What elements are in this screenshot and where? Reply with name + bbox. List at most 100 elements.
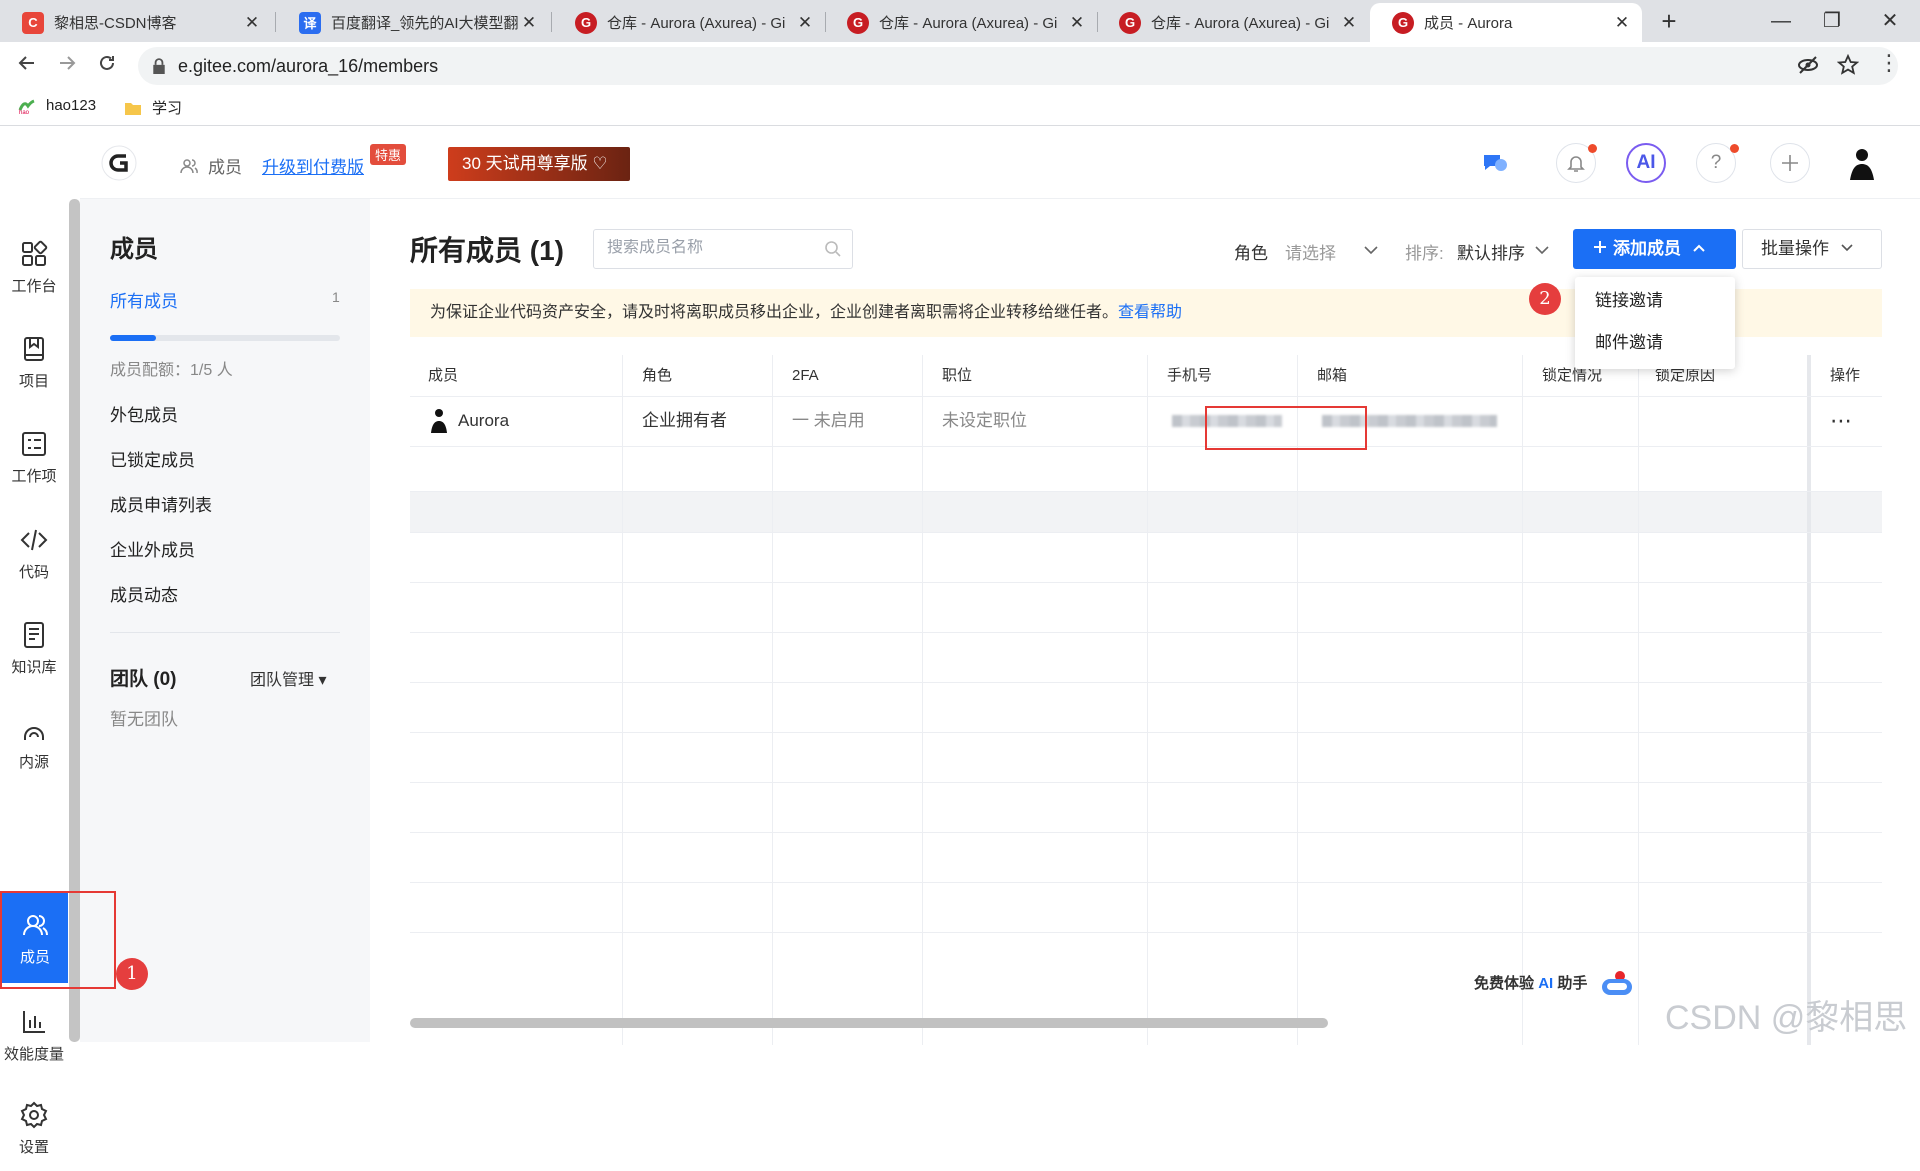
nav-dashboard[interactable]: 工作台 [0,224,68,310]
subnav-external[interactable]: 企业外成员 [110,536,195,561]
gitee-favicon-icon: G [575,11,597,34]
all-members-count: 1 [332,289,340,305]
col-header-position: 职位 [942,367,973,384]
subnav-outsourced[interactable]: 外包成员 [110,401,178,426]
batch-ops-button[interactable]: 批量操作 [1742,229,1882,269]
browser-tab-active[interactable]: G 成员 - Aurora ✕ [1370,3,1642,42]
bookmark-hao123[interactable]: hao hao123 [18,97,96,114]
loading-row [410,491,1882,532]
search-icon[interactable] [824,240,842,258]
add-member-button[interactable]: 添加成员 [1573,229,1736,269]
nav-label: 工作项 [11,467,57,485]
subnav-locked[interactable]: 已锁定成员 [110,446,195,471]
avatar[interactable] [1842,143,1882,183]
upgrade-link[interactable]: 升级到付费版 [262,153,364,178]
tab-close-icon[interactable]: ✕ [1612,13,1632,33]
reload-button[interactable] [90,49,124,83]
chat-icon[interactable] [1475,143,1515,183]
member-subnav: 成员 所有成员 1 成员配额：1/5 人 外包成员 已锁定成员 成员申请列表 企… [80,199,370,1042]
nav-project[interactable]: 项目 [0,319,68,405]
chevron-up-icon [1693,244,1705,252]
tracking-off-icon[interactable] [1797,54,1819,82]
tab-close-icon[interactable]: ✕ [519,13,539,33]
browser-tab[interactable]: 译 百度翻译_领先的AI大模型翻 ✕ [277,3,549,42]
col-header-actions: 操作 [1830,367,1861,384]
nav-label: 设置 [18,1138,49,1156]
team-manage-dropdown[interactable]: 团队管理 ▾ [250,666,326,690]
browser-tab[interactable]: G 仓库 - Aurora (Axurea) - Gi ✕ [553,3,825,42]
nav-innersource[interactable]: 内源 [0,700,68,786]
gitee-logo-icon[interactable] [101,145,137,181]
tab-title: 百度翻译_领先的AI大模型翻 [331,15,519,32]
nav-label: 项目 [18,372,49,390]
csdn-watermark: CSDN @黎相思 [1665,999,1908,1037]
team-empty-text: 暂无团队 [110,710,178,729]
bookmark-xuexi[interactable]: 学习 [124,97,182,118]
member-search[interactable] [593,229,853,269]
row-more-icon[interactable]: ⋯ [1830,396,1852,446]
step-badge-2: 2 [1529,283,1561,315]
chevron-down-icon [1841,244,1853,252]
chevron-down-icon[interactable] [1363,243,1379,257]
tab-title: 黎相思-CSDN博客 [54,15,177,32]
plus-icon[interactable] [1770,143,1810,183]
help-link[interactable]: 查看帮助 [1118,304,1182,321]
tab-close-icon[interactable]: ✕ [1339,13,1359,33]
browser-menu-icon[interactable]: ⋮ [1878,50,1900,76]
tab-title: 仓库 - Aurora (Axurea) - Gi [607,15,786,32]
link-invite-option[interactable]: 链接邀请 [1575,281,1735,321]
quota-progress [110,335,340,341]
reload-icon [100,55,114,70]
new-tab-button[interactable]: + [1654,6,1684,36]
tab-close-icon[interactable]: ✕ [795,13,815,33]
nav-code[interactable]: 代码 [0,510,68,596]
minimize-button[interactable]: — [1761,4,1801,38]
forward-button[interactable] [50,49,84,83]
maximize-button[interactable]: ❐ [1812,4,1852,38]
member-name[interactable]: Aurora [458,396,509,446]
window-close-button[interactable]: ✕ [1870,4,1910,38]
chevron-down-icon[interactable] [1534,243,1550,257]
subnav-activity[interactable]: 成员动态 [110,581,178,606]
browser-tab[interactable]: G 仓库 - Aurora (Axurea) - Gi ✕ [1097,3,1369,42]
back-button[interactable] [10,49,44,83]
ai-helper-prefix: 免费体验 [1474,974,1535,992]
browser-tab[interactable]: C 黎相思-CSDN博客 ✕ [0,3,272,42]
role-filter-select[interactable]: 请选择 [1285,239,1336,264]
url-text: e.gitee.com/aurora_16/members [178,56,439,76]
ai-helper-widget[interactable]: 免费体验 AI 助手 [1474,969,1636,999]
nav-metrics[interactable]: 效能度量 [0,992,68,1078]
tab-title: 仓库 - Aurora (Axurea) - Gi [879,15,1058,32]
tab-close-icon[interactable]: ✕ [1067,13,1087,33]
gitee-favicon-icon: G [1119,11,1141,34]
nav-workitem[interactable]: 工作项 [0,414,68,500]
gitee-favicon-icon: G [1392,11,1414,34]
code-icon [20,529,48,550]
tab-close-icon[interactable]: ✕ [242,13,262,33]
address-bar[interactable]: e.gitee.com/aurora_16/members [138,47,1898,85]
col-header-2fa: 2FA [792,367,819,384]
email-invite-option[interactable]: 邮件邀请 [1575,323,1735,363]
sort-select[interactable]: 默认排序 [1457,239,1525,264]
hao123-icon: hao [18,99,35,114]
bookmark-star-icon[interactable] [1836,53,1860,82]
nav-settings[interactable]: 设置 [0,1085,68,1171]
ai-icon[interactable]: AI [1626,143,1666,183]
search-input[interactable] [607,239,807,257]
batch-ops-label: 批量操作 [1761,239,1829,258]
browser-tab[interactable]: G 仓库 - Aurora (Axurea) - Gi ✕ [825,3,1097,42]
ai-helper-suffix: 助手 [1557,974,1588,992]
col-header-email: 邮箱 [1317,367,1348,384]
step-badge-1: 1 [116,958,148,990]
nav-knowledge[interactable]: 知识库 [0,605,68,691]
subnav-applications[interactable]: 成员申请列表 [110,491,212,516]
horizontal-scrollbar[interactable] [410,1018,1328,1028]
role-filter-label: 角色 [1234,244,1268,263]
bookmark-label: hao123 [46,97,97,114]
trial-button[interactable]: 30 天试用尊享版 ♡ [448,147,630,181]
main-content: 所有成员 (1) 角色 请选择 排序: 默认排序 添加成员 批量操作 为保证企业… [370,199,1920,1045]
member-position[interactable]: 未设定职位 [942,396,1027,446]
col-header-role: 角色 [642,367,673,384]
team-title: 团队 (0) [110,669,177,690]
subnav-all-members[interactable]: 所有成员 [110,287,178,312]
